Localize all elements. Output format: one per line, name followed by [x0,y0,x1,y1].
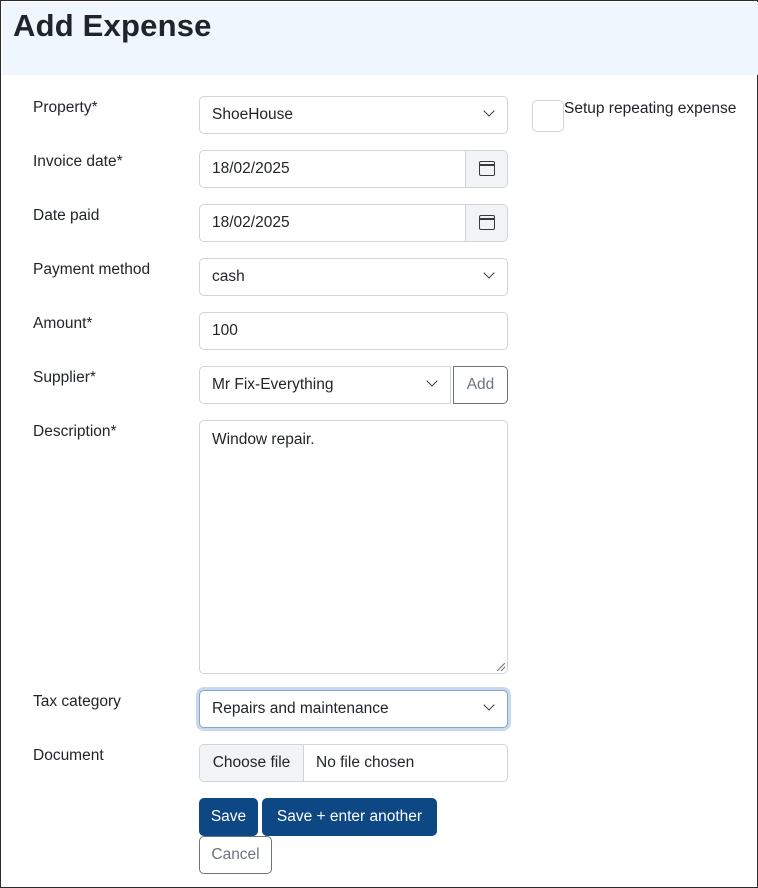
page-header: Add Expense [2,2,758,75]
date-paid-input[interactable]: 18/02/2025 [199,204,508,242]
invoice-date-value: 18/02/2025 [212,160,290,177]
payment-method-label: Payment method [33,261,151,278]
property-value: ShoeHouse [212,106,294,123]
invoice-date-label: Invoice date* [33,153,123,170]
add-expense-form: Add Expense Property* ShoeHouse Setup re… [0,0,758,888]
chevron-down-icon [483,699,495,711]
supplier-value: Mr Fix-Everything [212,376,334,393]
chevron-down-icon [483,267,495,279]
cancel-button[interactable]: Cancel [199,836,272,874]
date-paid-label: Date paid [33,207,100,224]
calendar-icon [479,161,495,176]
supplier-select[interactable]: Mr Fix-Everything [199,366,451,404]
save-and-enter-another-button[interactable]: Save + enter another [262,798,437,836]
repeating-expense-label[interactable]: Setup repeating expense [564,100,736,118]
invoice-date-input[interactable]: 18/02/2025 [199,150,508,188]
repeating-expense-checkbox[interactable] [532,100,564,132]
tax-category-select[interactable]: Repairs and maintenance [199,690,508,728]
description-label: Description* [33,423,117,440]
document-file-input[interactable]: Choose file No file chosen [199,744,508,782]
chevron-down-icon [483,105,495,117]
document-label: Document [33,747,104,764]
save-button[interactable]: Save [199,798,258,836]
page-title: Add Expense [13,8,212,43]
calendar-icon [479,215,495,230]
amount-input[interactable]: 100 [199,312,508,350]
property-select[interactable]: ShoeHouse [199,96,508,134]
tax-category-label: Tax category [33,693,121,710]
amount-value: 100 [212,322,238,339]
amount-label: Amount* [33,315,93,332]
tax-category-value: Repairs and maintenance [212,700,389,717]
invoice-date-picker-button[interactable] [465,151,507,187]
file-status: No file chosen [316,754,415,771]
property-label: Property* [33,99,98,116]
description-value: Window repair. [212,431,315,448]
payment-method-value: cash [212,268,245,285]
resize-grip-icon[interactable] [497,663,505,671]
chevron-down-icon [426,375,438,387]
add-supplier-button[interactable]: Add [453,366,508,404]
supplier-label: Supplier* [33,369,96,386]
date-paid-picker-button[interactable] [465,205,507,241]
payment-method-select[interactable]: cash [199,258,508,296]
date-paid-value: 18/02/2025 [212,214,290,231]
choose-file-button[interactable]: Choose file [200,745,304,781]
description-textarea[interactable]: Window repair. [199,420,508,674]
